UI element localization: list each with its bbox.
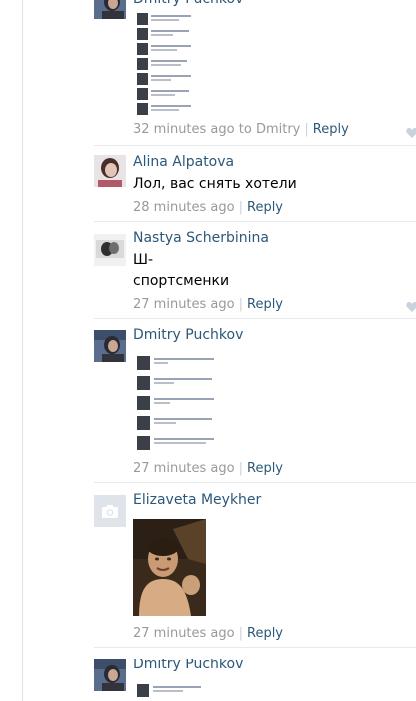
reply-button[interactable]: Reply — [247, 461, 283, 476]
avatar[interactable] — [94, 155, 126, 187]
comment-divider — [94, 221, 416, 222]
heart-icon[interactable] — [406, 298, 416, 312]
comment-item: Elizaveta Meykher 27 minutes ago | Reply — [94, 492, 416, 647]
comment-time[interactable]: 32 minutes ago — [133, 122, 235, 137]
comment-divider — [94, 482, 416, 483]
comment-text: Лол, вас снять хотели — [133, 176, 297, 192]
meta-separator: | — [238, 461, 243, 476]
camera-icon[interactable] — [94, 495, 126, 527]
comment-meta: 32 minutes ago to Dmitry | Reply — [133, 122, 349, 138]
reply-button[interactable]: Reply — [313, 122, 349, 137]
reply-button[interactable]: Reply — [247, 200, 283, 215]
meta-separator: | — [238, 626, 243, 641]
meta-separator: | — [238, 297, 243, 312]
meta-separator: | — [304, 122, 309, 137]
comment-item: Dmitry Puchkov 32 minutes ago to Dmitry |… — [94, 0, 416, 145]
comment-item: Dmitry Puchkov — [94, 659, 416, 701]
reply-button[interactable]: Reply — [247, 297, 283, 312]
comment-item: Nastya Scherbinina Ш- спортсменки 27 min… — [94, 230, 416, 318]
screenshot-attachment[interactable] — [133, 681, 203, 701]
comment-author[interactable]: Alina Alpatova — [133, 152, 234, 172]
comment-time[interactable]: 27 minutes ago — [133, 626, 235, 641]
comment-author[interactable]: Elizaveta Meykher — [133, 490, 261, 510]
reply-button[interactable]: Reply — [247, 626, 283, 641]
photo-attachment[interactable] — [133, 519, 206, 616]
comment-author[interactable]: Dmitry Puchkov — [133, 659, 243, 674]
comment-time[interactable]: 27 minutes ago — [133, 461, 235, 476]
avatar[interactable] — [94, 234, 126, 266]
comment-author[interactable]: Nastya Scherbinina — [133, 228, 269, 248]
comment-text-line: спортсменки — [133, 273, 230, 289]
avatar[interactable] — [94, 0, 126, 19]
reply-to-prefix: to — [238, 122, 252, 137]
reply-to-name[interactable]: Dmitry — [256, 122, 300, 137]
avatar[interactable] — [94, 659, 126, 691]
comment-meta: 28 minutes ago | Reply — [133, 200, 283, 216]
comment-item: Dmitry Puchkov 27 minutes ago | Reply — [94, 327, 416, 482]
screenshot-attachment[interactable] — [133, 352, 223, 452]
heart-icon[interactable] — [406, 124, 416, 138]
comment-divider — [94, 145, 416, 146]
meta-separator: | — [238, 200, 243, 215]
comment-author[interactable]: Dmitry Puchkov — [133, 325, 243, 345]
comment-item: Alina Alpatova Лол, вас снять хотели 28 … — [94, 152, 416, 221]
comment-meta: 27 minutes ago | Reply — [133, 626, 283, 642]
comment-time[interactable]: 27 minutes ago — [133, 297, 235, 312]
avatar[interactable] — [94, 330, 126, 362]
comment-meta: 27 minutes ago | Reply — [133, 297, 283, 313]
comment-author[interactable]: Dmitry Puchkov — [133, 0, 243, 9]
screenshot-attachment[interactable] — [133, 11, 193, 115]
comment-divider — [94, 647, 416, 648]
comment-text-line: Ш- — [133, 252, 154, 268]
comment-time[interactable]: 28 minutes ago — [133, 200, 235, 215]
page-border-line — [22, 0, 23, 701]
comment-meta: 27 minutes ago | Reply — [133, 461, 283, 477]
comment-divider — [94, 318, 416, 319]
